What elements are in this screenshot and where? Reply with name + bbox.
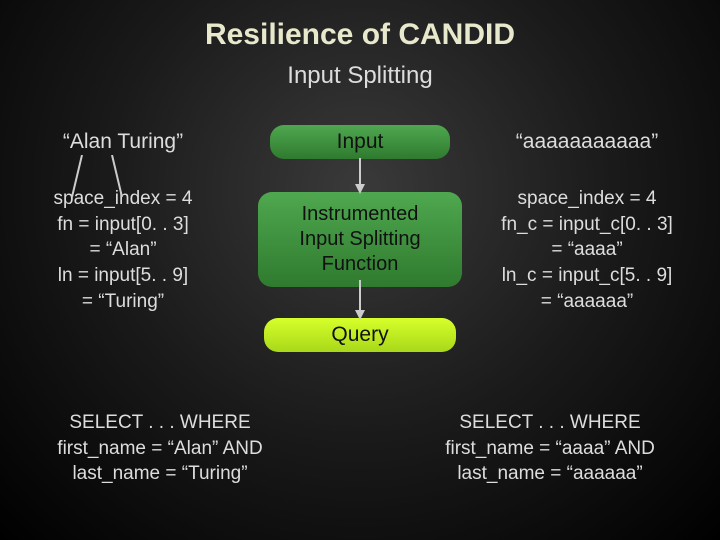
right-a4: ln_c = input_c[5. . 9]	[472, 263, 702, 289]
right-sql-3: last_name = “aaaaaa”	[400, 461, 700, 487]
left-sql-3: last_name = “Turing”	[20, 461, 300, 487]
left-a1: space_index = 4	[18, 186, 228, 212]
query-box: Query	[264, 318, 456, 352]
right-a3: = “aaaa”	[472, 237, 702, 263]
right-sql-1: SELECT . . . WHERE	[400, 410, 700, 436]
func-l2: Input Splitting	[264, 227, 456, 252]
func-l1: Instrumented	[264, 202, 456, 227]
right-sql-2: first_name = “aaaa” AND	[400, 436, 700, 462]
left-input-label: “Alan Turing”	[18, 130, 228, 154]
right-sql: SELECT . . . WHERE first_name = “aaaa” A…	[400, 410, 700, 487]
left-a2: fn = input[0. . 3]	[18, 212, 228, 238]
right-a1: space_index = 4	[472, 186, 702, 212]
left-sql-1: SELECT . . . WHERE	[20, 410, 300, 436]
left-assignments: space_index = 4 fn = input[0. . 3] = “Al…	[18, 186, 228, 314]
right-column: “aaaaaaaaaaa” space_index = 4 fn_c = inp…	[472, 130, 702, 314]
right-a5: = “aaaaaa”	[472, 289, 702, 315]
left-sql-2: first_name = “Alan” AND	[20, 436, 300, 462]
slide-title: Resilience of CANDID	[0, 0, 720, 52]
left-a5: = “Turing”	[18, 289, 228, 315]
left-column: “Alan Turing” space_index = 4 fn = input…	[18, 130, 228, 314]
right-a2: fn_c = input_c[0. . 3]	[472, 212, 702, 238]
slide-subtitle: Input Splitting	[0, 62, 720, 90]
input-box: Input	[270, 125, 450, 159]
left-sql: SELECT . . . WHERE first_name = “Alan” A…	[20, 410, 300, 487]
func-l3: Function	[264, 252, 456, 277]
function-box: Instrumented Input Splitting Function	[258, 192, 462, 287]
right-assignments: space_index = 4 fn_c = input_c[0. . 3] =…	[472, 186, 702, 314]
left-a3: = “Alan”	[18, 237, 228, 263]
left-a4: ln = input[5. . 9]	[18, 263, 228, 289]
arrow-input-to-func	[354, 158, 366, 194]
right-input-label: “aaaaaaaaaaa”	[472, 130, 702, 154]
